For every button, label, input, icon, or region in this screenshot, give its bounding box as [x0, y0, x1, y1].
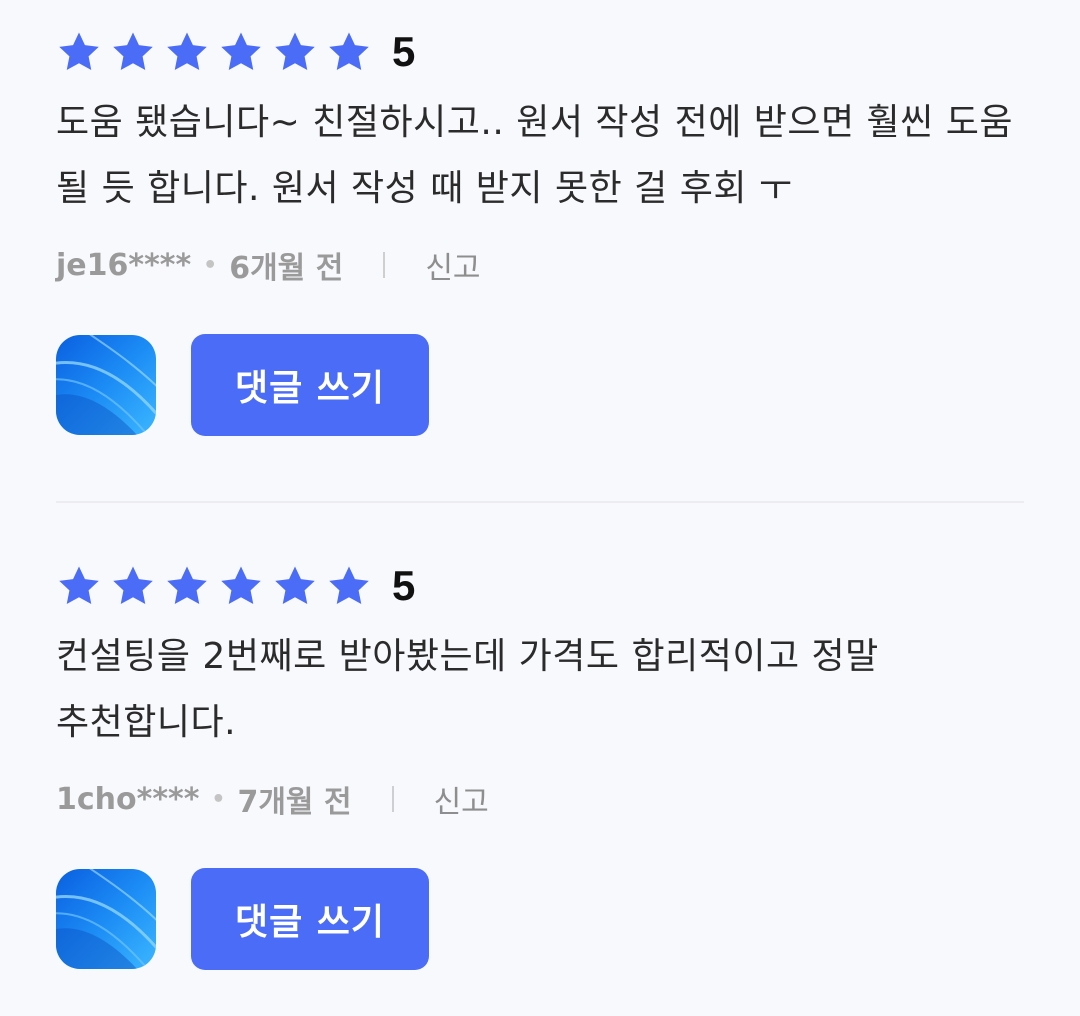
- review-divider: [56, 501, 1024, 503]
- star-icon: [164, 29, 210, 75]
- review-date: 6개월 전: [229, 251, 344, 286]
- rating-row: 5: [56, 556, 1024, 616]
- review-text: 컨설팅을 2번째로 받아봤는데 가격도 합리적이고 정말 추천합니다.: [56, 636, 879, 743]
- rating-row: 5: [56, 22, 1024, 82]
- app-avatar-icon: [56, 869, 156, 969]
- review-card: 5 컨설팅을 2번째로 받아봤는데 가격도 합리적이고 정말 추천합니다. 1c…: [56, 556, 1024, 970]
- star-rating: [56, 29, 380, 75]
- star-icon: [218, 29, 264, 75]
- app-avatar-icon: [56, 335, 156, 435]
- review-meta: 1cho**** • 7개월 전 신고: [56, 774, 1024, 824]
- review-date: 7개월 전: [237, 785, 352, 820]
- meta-dot: •: [203, 252, 218, 278]
- rating-value: 5: [392, 562, 416, 609]
- star-icon: [110, 29, 156, 75]
- star-icon: [272, 563, 318, 609]
- star-icon: [218, 563, 264, 609]
- star-icon: [326, 563, 372, 609]
- star-icon: [272, 29, 318, 75]
- review-card: 5 도움 됐습니다~ 친절하시고.. 원서 작성 전에 받으면 훨씬 도움 될 …: [56, 22, 1024, 436]
- star-icon: [164, 563, 210, 609]
- review-meta: je16**** • 6개월 전 신고: [56, 240, 1024, 290]
- meta-dot: •: [211, 786, 226, 812]
- star-icon: [326, 29, 372, 75]
- star-icon: [56, 29, 102, 75]
- rating-value: 5: [392, 28, 416, 75]
- write-comment-button[interactable]: 댓글 쓰기: [191, 868, 429, 970]
- report-link[interactable]: 신고: [425, 243, 480, 287]
- action-row: 댓글 쓰기: [56, 868, 1024, 970]
- star-icon: [110, 563, 156, 609]
- report-link[interactable]: 신고: [434, 777, 489, 821]
- action-row: 댓글 쓰기: [56, 334, 1024, 436]
- meta-divider: [391, 786, 394, 812]
- write-comment-button[interactable]: 댓글 쓰기: [191, 334, 429, 436]
- review-author: 1cho****: [56, 781, 200, 817]
- star-icon: [56, 563, 102, 609]
- meta-divider: [383, 252, 386, 278]
- review-text: 도움 됐습니다~ 친절하시고.. 원서 작성 전에 받으면 훨씬 도움 될 듯 …: [56, 102, 1013, 209]
- star-rating: [56, 563, 380, 609]
- review-author: je16****: [56, 247, 192, 283]
